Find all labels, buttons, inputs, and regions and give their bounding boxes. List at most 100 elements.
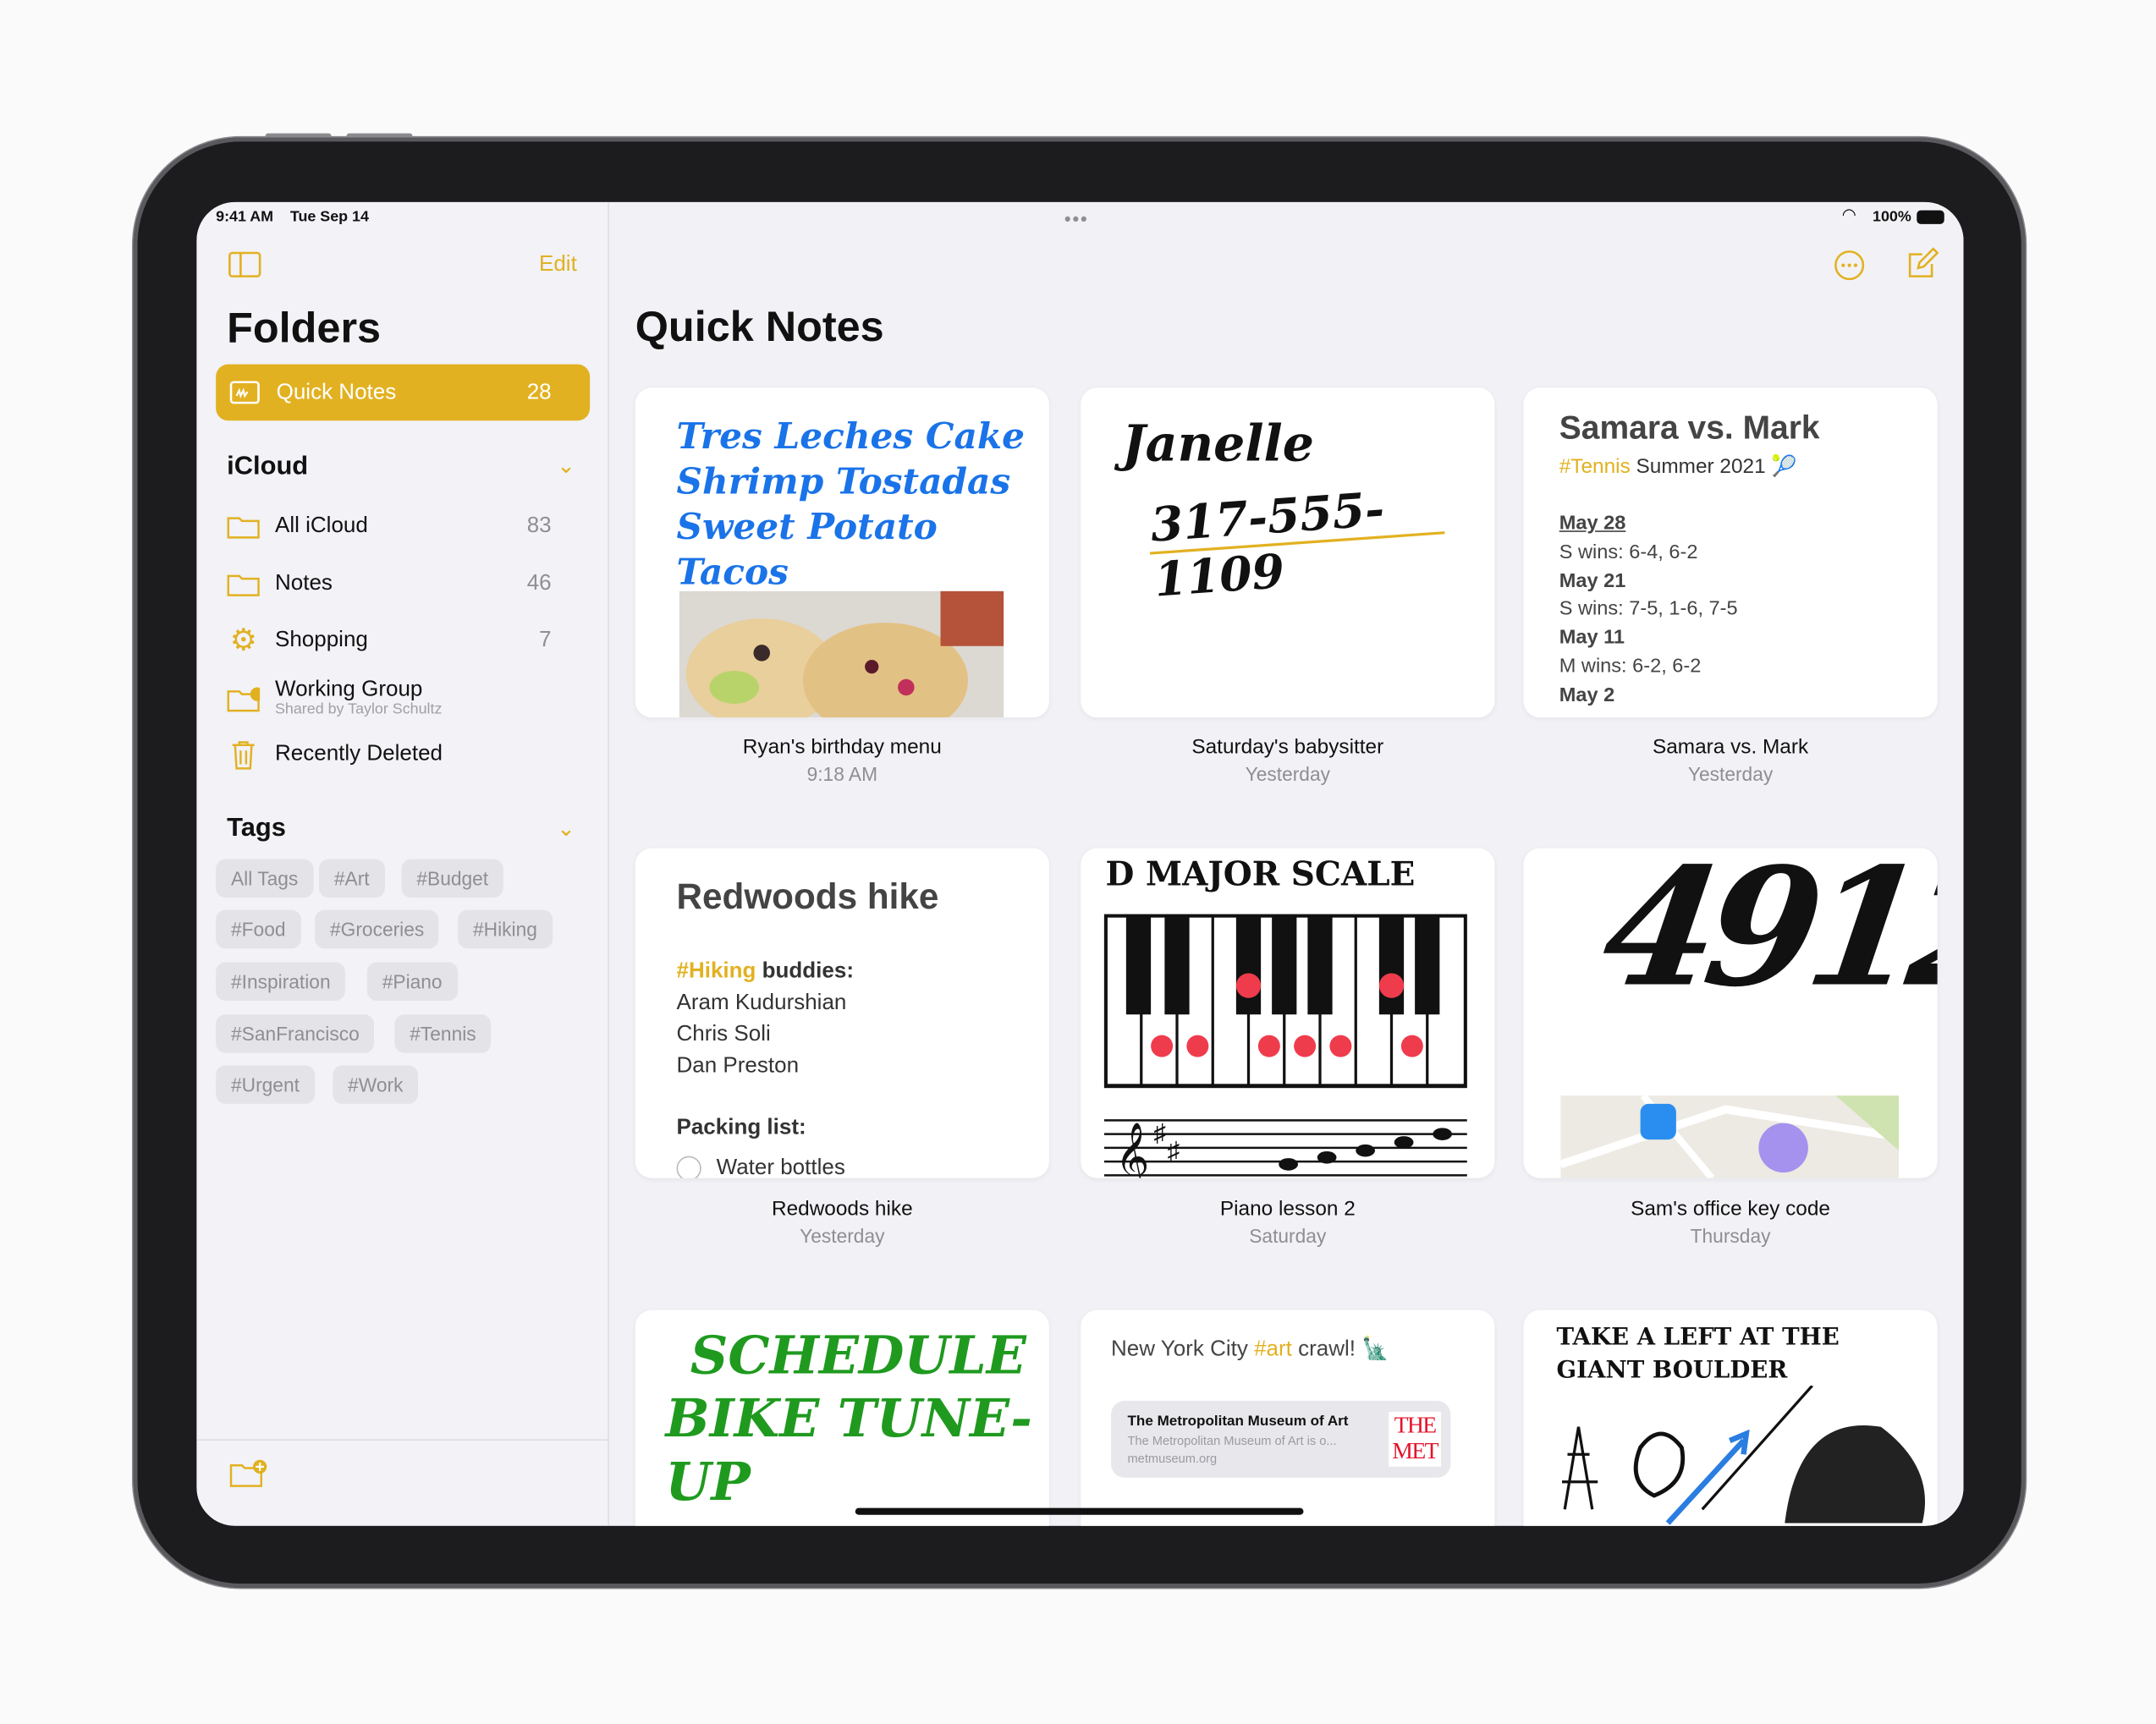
chevron-down-icon[interactable]: ⌄ bbox=[557, 453, 575, 480]
sidebar-item-all-icloud[interactable]: All iCloud 83 bbox=[227, 506, 585, 547]
sidebar: Edit Folders Quick Notes 28 iCloud ⌄ All… bbox=[196, 201, 609, 1526]
tag-chip[interactable]: #Inspiration bbox=[216, 962, 346, 1001]
note-date: Yesterday bbox=[1687, 762, 1774, 785]
handwritten-line: D MAJOR SCALE bbox=[1105, 854, 1416, 894]
note-title: Redwoods hike bbox=[771, 1197, 913, 1221]
sidebar-item-notes[interactable]: Notes 46 bbox=[227, 563, 585, 605]
battery-percent: 100% bbox=[1873, 209, 1911, 226]
piano-keyboard-drawing: 𝄞 ♯♯ bbox=[1103, 914, 1467, 1178]
sidebar-toggle-icon[interactable] bbox=[228, 251, 261, 277]
tag-chip[interactable]: #Piano bbox=[366, 962, 458, 1001]
tag-chip[interactable]: #SanFrancisco bbox=[216, 1014, 375, 1053]
sidebar-item-recently-deleted[interactable]: Recently Deleted bbox=[227, 734, 585, 776]
folder-subtitle: Shared by Taylor Schultz bbox=[275, 700, 443, 718]
note-line: S wins: 7-5, 1-6, 7-5 bbox=[1559, 598, 1738, 621]
note-line: Chris Soli bbox=[676, 1023, 771, 1046]
tag-chip[interactable]: #Budget bbox=[401, 859, 504, 898]
note-title: Samara vs. Mark bbox=[1652, 735, 1809, 759]
gear-icon: ⚙ bbox=[229, 623, 257, 657]
tag-chip[interactable]: #Hiking bbox=[458, 909, 553, 949]
note-date: 9:18 AM bbox=[806, 762, 878, 785]
note-date: Saturday bbox=[1249, 1224, 1327, 1247]
note-line: S wins: 6-4, 6-2 bbox=[1559, 541, 1698, 563]
link-title: The Metropolitan Museum of Art bbox=[1127, 1413, 1349, 1430]
folder-count: 46 bbox=[526, 572, 552, 596]
note-card-babysitter[interactable]: Janelle 317-555-1109 bbox=[1081, 387, 1495, 718]
folder-icon bbox=[227, 572, 260, 596]
status-time: 9:41 AM bbox=[216, 209, 274, 226]
link-url: metmuseum.org bbox=[1127, 1452, 1218, 1466]
folder-label: Working Group bbox=[275, 678, 423, 701]
tag-chip[interactable]: #Work bbox=[333, 1065, 419, 1104]
wifi-icon: ◠ bbox=[1841, 205, 1856, 224]
link-description: The Metropolitan Museum of Art is o... bbox=[1127, 1433, 1337, 1448]
tag-chip[interactable]: #Tennis bbox=[394, 1014, 492, 1053]
note-title: Piano lesson 2 bbox=[1219, 1197, 1356, 1221]
note-line: May 28 bbox=[1559, 513, 1626, 535]
handwritten-code: 4912 bbox=[1592, 848, 1938, 1023]
edit-button[interactable]: Edit bbox=[539, 253, 577, 277]
folder-label: Notes bbox=[275, 572, 333, 596]
tag-link[interactable]: #art bbox=[1254, 1337, 1292, 1361]
folder-count: 83 bbox=[526, 513, 552, 538]
tag-chip[interactable]: #Groceries bbox=[315, 909, 440, 949]
notes-gallery: ••• Quick Notes Tres Leches Cake Shrimp … bbox=[610, 201, 1964, 1526]
handwritten-line: Janelle bbox=[1122, 415, 1315, 473]
shared-folder-icon bbox=[227, 686, 261, 714]
folder-icon bbox=[227, 514, 260, 539]
divider bbox=[196, 1439, 609, 1441]
note-card-key-code[interactable]: 4912 bbox=[1523, 848, 1938, 1178]
handwritten-line: BIKE TUNE-UP bbox=[665, 1386, 1032, 1513]
note-date: Yesterday bbox=[800, 1224, 885, 1247]
note-text: New York City bbox=[1111, 1337, 1255, 1361]
tag-link[interactable]: #Hiking bbox=[677, 959, 756, 983]
svg-text:♯: ♯ bbox=[1168, 1138, 1180, 1165]
note-title: Ryan's birthday menu bbox=[742, 735, 942, 759]
tag-chip[interactable]: All Tags bbox=[216, 859, 314, 898]
note-card-piano[interactable]: D MAJOR SCALE 𝄞 ♯ ♯ bbox=[1081, 848, 1495, 1178]
tag-chip[interactable]: #Art bbox=[319, 859, 385, 898]
note-card-art-crawl[interactable]: New York City #art crawl! 🗽 The Metropol… bbox=[1081, 1309, 1495, 1526]
section-icloud[interactable]: iCloud bbox=[227, 453, 308, 483]
note-text: crawl! 🗽 bbox=[1291, 1337, 1389, 1361]
more-options-icon[interactable] bbox=[1833, 249, 1866, 282]
battery-icon bbox=[1917, 210, 1944, 224]
quick-note-icon bbox=[229, 381, 260, 404]
sidebar-item-quick-notes[interactable]: Quick Notes 28 bbox=[216, 364, 591, 421]
folder-label: All iCloud bbox=[275, 513, 368, 538]
multitasking-dots-icon[interactable]: ••• bbox=[1064, 207, 1089, 229]
tag-link[interactable]: #Tennis bbox=[1559, 455, 1631, 479]
chevron-down-icon[interactable]: ⌄ bbox=[557, 815, 575, 843]
note-line: May 11 bbox=[1559, 627, 1625, 650]
sidebar-item-shopping[interactable]: ⚙ Shopping 7 bbox=[227, 620, 585, 662]
section-tags[interactable]: Tags bbox=[227, 814, 286, 844]
home-indicator[interactable] bbox=[855, 1507, 1304, 1515]
handwritten-line: Shrimp Tostadas bbox=[676, 462, 1011, 503]
compose-icon[interactable] bbox=[1906, 247, 1939, 281]
folder-label: Recently Deleted bbox=[275, 742, 443, 766]
note-line: Packing list: bbox=[676, 1116, 806, 1140]
tag-chip[interactable]: #Food bbox=[216, 909, 301, 949]
note-card-boulder[interactable]: TAKE A LEFT AT THE GIANT BOULDER bbox=[1523, 1309, 1938, 1526]
note-line: May 21 bbox=[1559, 569, 1626, 592]
checklist-item: Water bottles bbox=[716, 1156, 845, 1178]
handwritten-line: GIANT BOULDER bbox=[1556, 1356, 1788, 1385]
folder-count: 28 bbox=[526, 380, 552, 404]
link-preview[interactable]: The Metropolitan Museum of Art The Metro… bbox=[1111, 1400, 1451, 1478]
note-card-birthday-menu[interactable]: Tres Leches Cake Shrimp Tostadas Sweet P… bbox=[635, 387, 1049, 718]
new-folder-icon[interactable] bbox=[229, 1458, 268, 1489]
folder-label: Shopping bbox=[275, 628, 368, 652]
svg-text:𝄞: 𝄞 bbox=[1115, 1123, 1149, 1178]
note-card-bike[interactable]: SCHEDULE BIKE TUNE-UP bbox=[635, 1309, 1049, 1526]
sidebar-item-working-group[interactable]: Working Group Shared by Taylor Schultz bbox=[227, 677, 585, 723]
folder-count: 7 bbox=[539, 628, 552, 652]
handwritten-line: Tres Leches Cake bbox=[676, 416, 1026, 458]
svg-text:♯: ♯ bbox=[1153, 1120, 1166, 1147]
tag-chip[interactable]: #Urgent bbox=[216, 1065, 315, 1104]
checkbox[interactable] bbox=[676, 1156, 701, 1178]
note-heading: Samara vs. Mark bbox=[1559, 409, 1820, 447]
handwritten-line: TAKE A LEFT AT THE bbox=[1556, 1323, 1840, 1352]
note-card-redwoods[interactable]: Redwoods hike #Hiking buddies: Aram Kudu… bbox=[635, 848, 1049, 1178]
directions-sketch bbox=[1562, 1386, 1925, 1525]
note-card-tennis[interactable]: Samara vs. Mark #Tennis Summer 2021 🎾 Ma… bbox=[1523, 387, 1938, 718]
